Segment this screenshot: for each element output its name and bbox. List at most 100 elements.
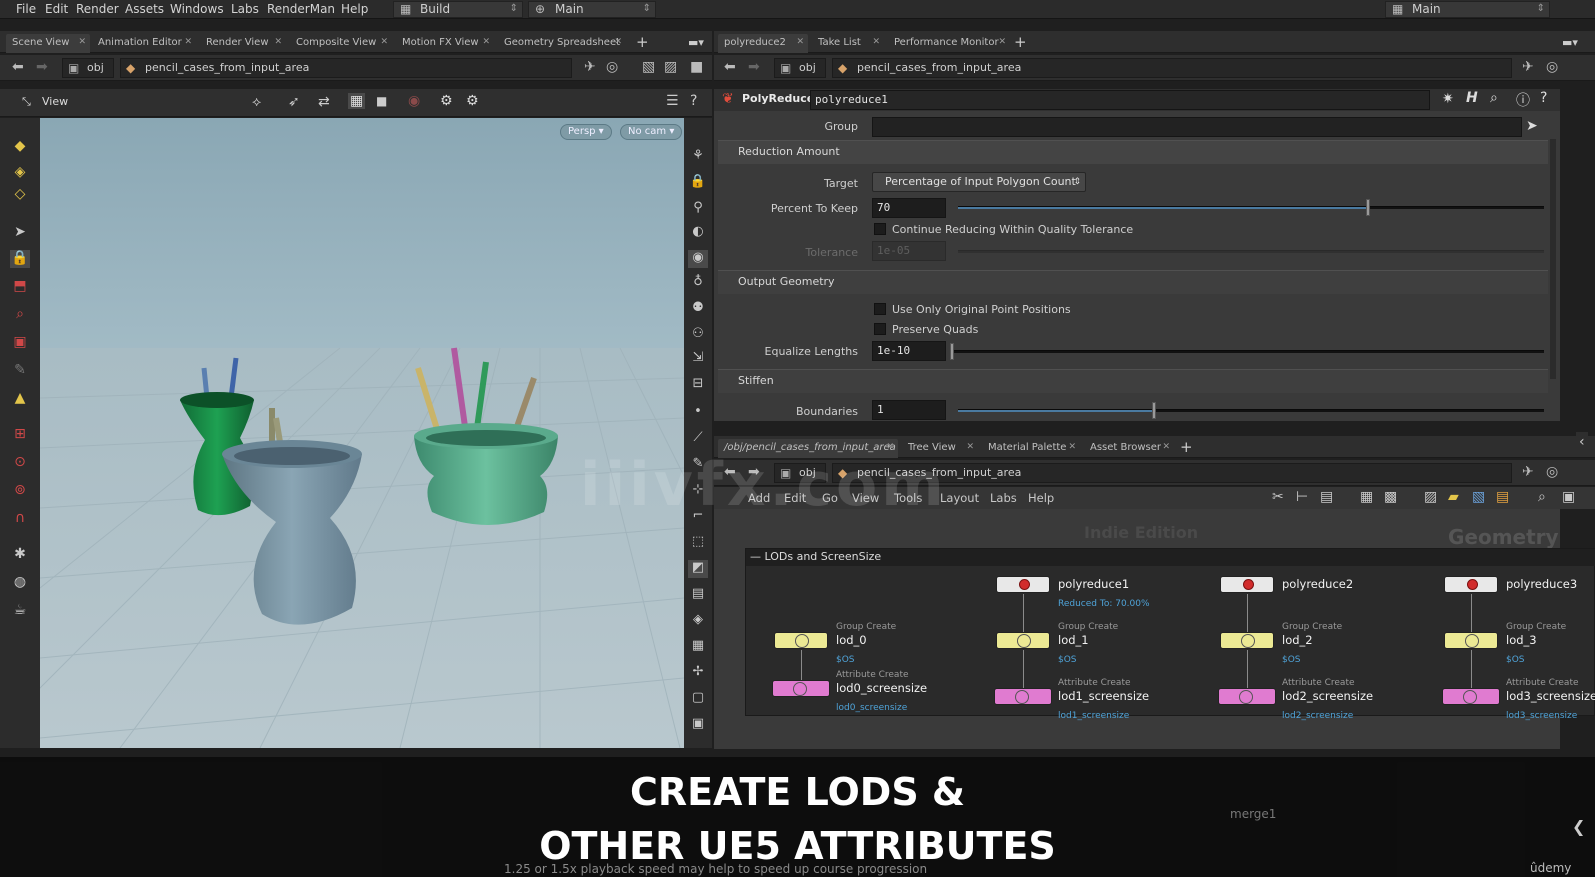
camera-icon[interactable]: ▣ <box>1562 489 1575 505</box>
close-icon[interactable]: ✕ <box>614 34 622 51</box>
tab-render-view[interactable]: Render View ✕ <box>200 34 286 53</box>
camera-view-icon[interactable]: ⚲ <box>688 200 708 218</box>
magnet-snap-icon[interactable]: ∩ <box>10 510 30 528</box>
close-icon[interactable]: ✕ <box>1162 439 1170 456</box>
tolerance-field[interactable]: 1e-05 <box>872 241 946 261</box>
close-icon[interactable]: ✕ <box>380 34 388 51</box>
path-obj[interactable]: ▣ obj <box>62 58 114 78</box>
snap-icon[interactable]: ▣ <box>10 334 30 352</box>
close-icon[interactable]: ✕ <box>1068 439 1076 456</box>
desktop-select[interactable]: ▦ Build ⇕ <box>393 1 523 18</box>
visibility-icon[interactable]: ⚇ <box>688 326 708 344</box>
param-scrollbar[interactable] <box>1550 139 1556 379</box>
tab-take-list[interactable]: Take List ✕ <box>812 34 884 53</box>
scene-viewport[interactable]: Persp ▾ No cam ▾ <box>40 118 684 748</box>
path-obj[interactable]: ▣ obj <box>774 58 826 78</box>
tree-icon[interactable]: ⊢ <box>1296 489 1308 505</box>
equalize-lengths-field[interactable]: 1e-10 <box>872 341 946 361</box>
link-icon[interactable]: ◎ <box>1546 59 1558 75</box>
tab-performance-monitor[interactable]: Performance Monitor ✕ <box>888 34 1010 53</box>
grid-lines-icon[interactable]: ▩ <box>1384 489 1397 505</box>
back-arrow-icon[interactable]: ⬅ <box>12 59 24 75</box>
pin-icon[interactable]: ✈ <box>584 59 596 75</box>
target-select[interactable]: Percentage of Input Polygon Count ⇕ <box>872 172 1086 192</box>
close-icon[interactable]: ✕ <box>796 34 804 51</box>
search-icon[interactable]: ⌕ <box>1490 90 1498 106</box>
add-tab-icon[interactable]: + <box>636 33 649 51</box>
transform-handles-icon[interactable]: ✢ <box>688 664 708 682</box>
square-icon[interactable]: ■ <box>690 59 703 75</box>
persp-menu[interactable]: Persp ▾ <box>560 124 612 140</box>
equalize-lengths-slider[interactable] <box>950 343 1544 360</box>
move-tool-icon[interactable]: ◇ <box>10 186 30 204</box>
net-menu-labs[interactable]: Labs <box>990 491 1017 505</box>
pane-menu-icon[interactable]: ▬▾ <box>1562 36 1578 49</box>
lock-icon[interactable]: 🔒 <box>10 250 30 268</box>
lod0-group-node[interactable] <box>774 632 828 649</box>
tab-material-palette[interactable]: Material Palette ✕ <box>982 439 1080 458</box>
polyreduce3-node[interactable] <box>1444 576 1498 593</box>
template-icon[interactable]: ⊟ <box>688 376 708 394</box>
point-icon[interactable]: • <box>688 404 708 422</box>
add-tab-icon[interactable]: + <box>1014 33 1027 51</box>
search-icon[interactable]: ⌕ <box>1538 489 1546 505</box>
menu-render[interactable]: Render <box>76 2 119 16</box>
handle-tool-icon[interactable]: ◆ <box>10 138 30 156</box>
polyreduce2-node[interactable] <box>1220 576 1274 593</box>
lod1-screensize-node[interactable] <box>994 688 1052 705</box>
close-icon[interactable]: ✕ <box>482 34 490 51</box>
normals-icon[interactable]: ⇲ <box>688 350 708 368</box>
slider-handle[interactable] <box>950 343 954 360</box>
camera-menu[interactable]: No cam ▾ <box>620 124 683 140</box>
ghost-icon[interactable]: ⚉ <box>688 300 708 318</box>
transform-icon[interactable]: ⇄ <box>318 94 330 110</box>
brush-icon[interactable]: ✎ <box>10 362 30 380</box>
stack-icon[interactable]: ▤ <box>1496 489 1509 505</box>
close-icon[interactable]: ✕ <box>274 34 282 51</box>
record-icon[interactable]: ◉ <box>408 93 420 109</box>
context-select[interactable]: ⊕ Main ⇕ <box>528 1 656 18</box>
edge-icon[interactable]: ⟋ <box>688 430 708 448</box>
polyreduce1-node[interactable] <box>996 576 1050 593</box>
wrench-icon[interactable]: ✂ <box>1272 489 1284 505</box>
boundaries-field[interactable]: 1 <box>872 400 946 420</box>
add-tab-icon[interactable]: + <box>1180 438 1193 456</box>
gear-icon[interactable]: ✷ <box>1442 91 1454 107</box>
close-icon[interactable]: ✕ <box>966 439 974 456</box>
light-bulb-icon[interactable]: ♁ <box>688 274 708 292</box>
link-icon[interactable]: ◎ <box>606 59 618 75</box>
tab-animation-editor[interactable]: Animation Editor ✕ <box>92 34 196 53</box>
close-icon[interactable]: ✕ <box>998 34 1006 51</box>
backdrop-icon[interactable]: ▧ <box>1472 489 1485 505</box>
houdini-help-icon[interactable]: H <box>1466 90 1478 106</box>
forward-arrow-icon[interactable]: ➡ <box>36 59 48 75</box>
slider-handle[interactable] <box>1152 402 1156 419</box>
pin-icon[interactable]: ✈ <box>1522 464 1534 480</box>
magnet-icon[interactable]: ⬒ <box>10 278 30 296</box>
menu-edit[interactable]: Edit <box>45 2 68 16</box>
shading-icon[interactable]: ◐ <box>688 224 708 242</box>
group-field[interactable] <box>872 117 1522 137</box>
frame-icon[interactable]: ⬚ <box>688 534 708 552</box>
node-name-field[interactable]: polyreduce1 <box>810 90 1430 110</box>
section-output-geometry[interactable]: Output Geometry <box>718 270 1548 294</box>
lod2-group-node[interactable] <box>1220 632 1274 649</box>
tab-composite-view[interactable]: Composite View ✕ <box>290 34 392 53</box>
tab-motion-fx-view[interactable]: Motion FX View ✕ <box>396 34 494 53</box>
slider-handle[interactable] <box>1366 199 1371 216</box>
curve-snap-icon[interactable]: ⊙ <box>10 454 30 472</box>
list-icon[interactable]: ▤ <box>1320 489 1333 505</box>
lock-camera-icon[interactable]: 🔒 <box>688 174 708 192</box>
lod0-screensize-node[interactable] <box>772 680 830 697</box>
path-node[interactable]: ◆ pencil_cases_from_input_area <box>120 58 572 78</box>
close-icon[interactable]: ✕ <box>78 34 86 51</box>
select-arrow-icon[interactable]: ➤ <box>1526 118 1538 134</box>
close-icon[interactable]: ✕ <box>184 34 192 51</box>
color-icon[interactable]: ▦ <box>688 638 708 656</box>
help-icon[interactable]: ? <box>690 93 697 109</box>
light-icon[interactable]: ▲ <box>10 390 30 408</box>
preserve-quads-checkbox[interactable] <box>874 323 886 335</box>
scale-tool-icon[interactable]: ◈ <box>10 164 30 182</box>
forward-arrow-icon[interactable]: ➡ <box>748 59 760 75</box>
network-box-title[interactable]: — LODs and ScreenSize <box>746 549 1595 566</box>
